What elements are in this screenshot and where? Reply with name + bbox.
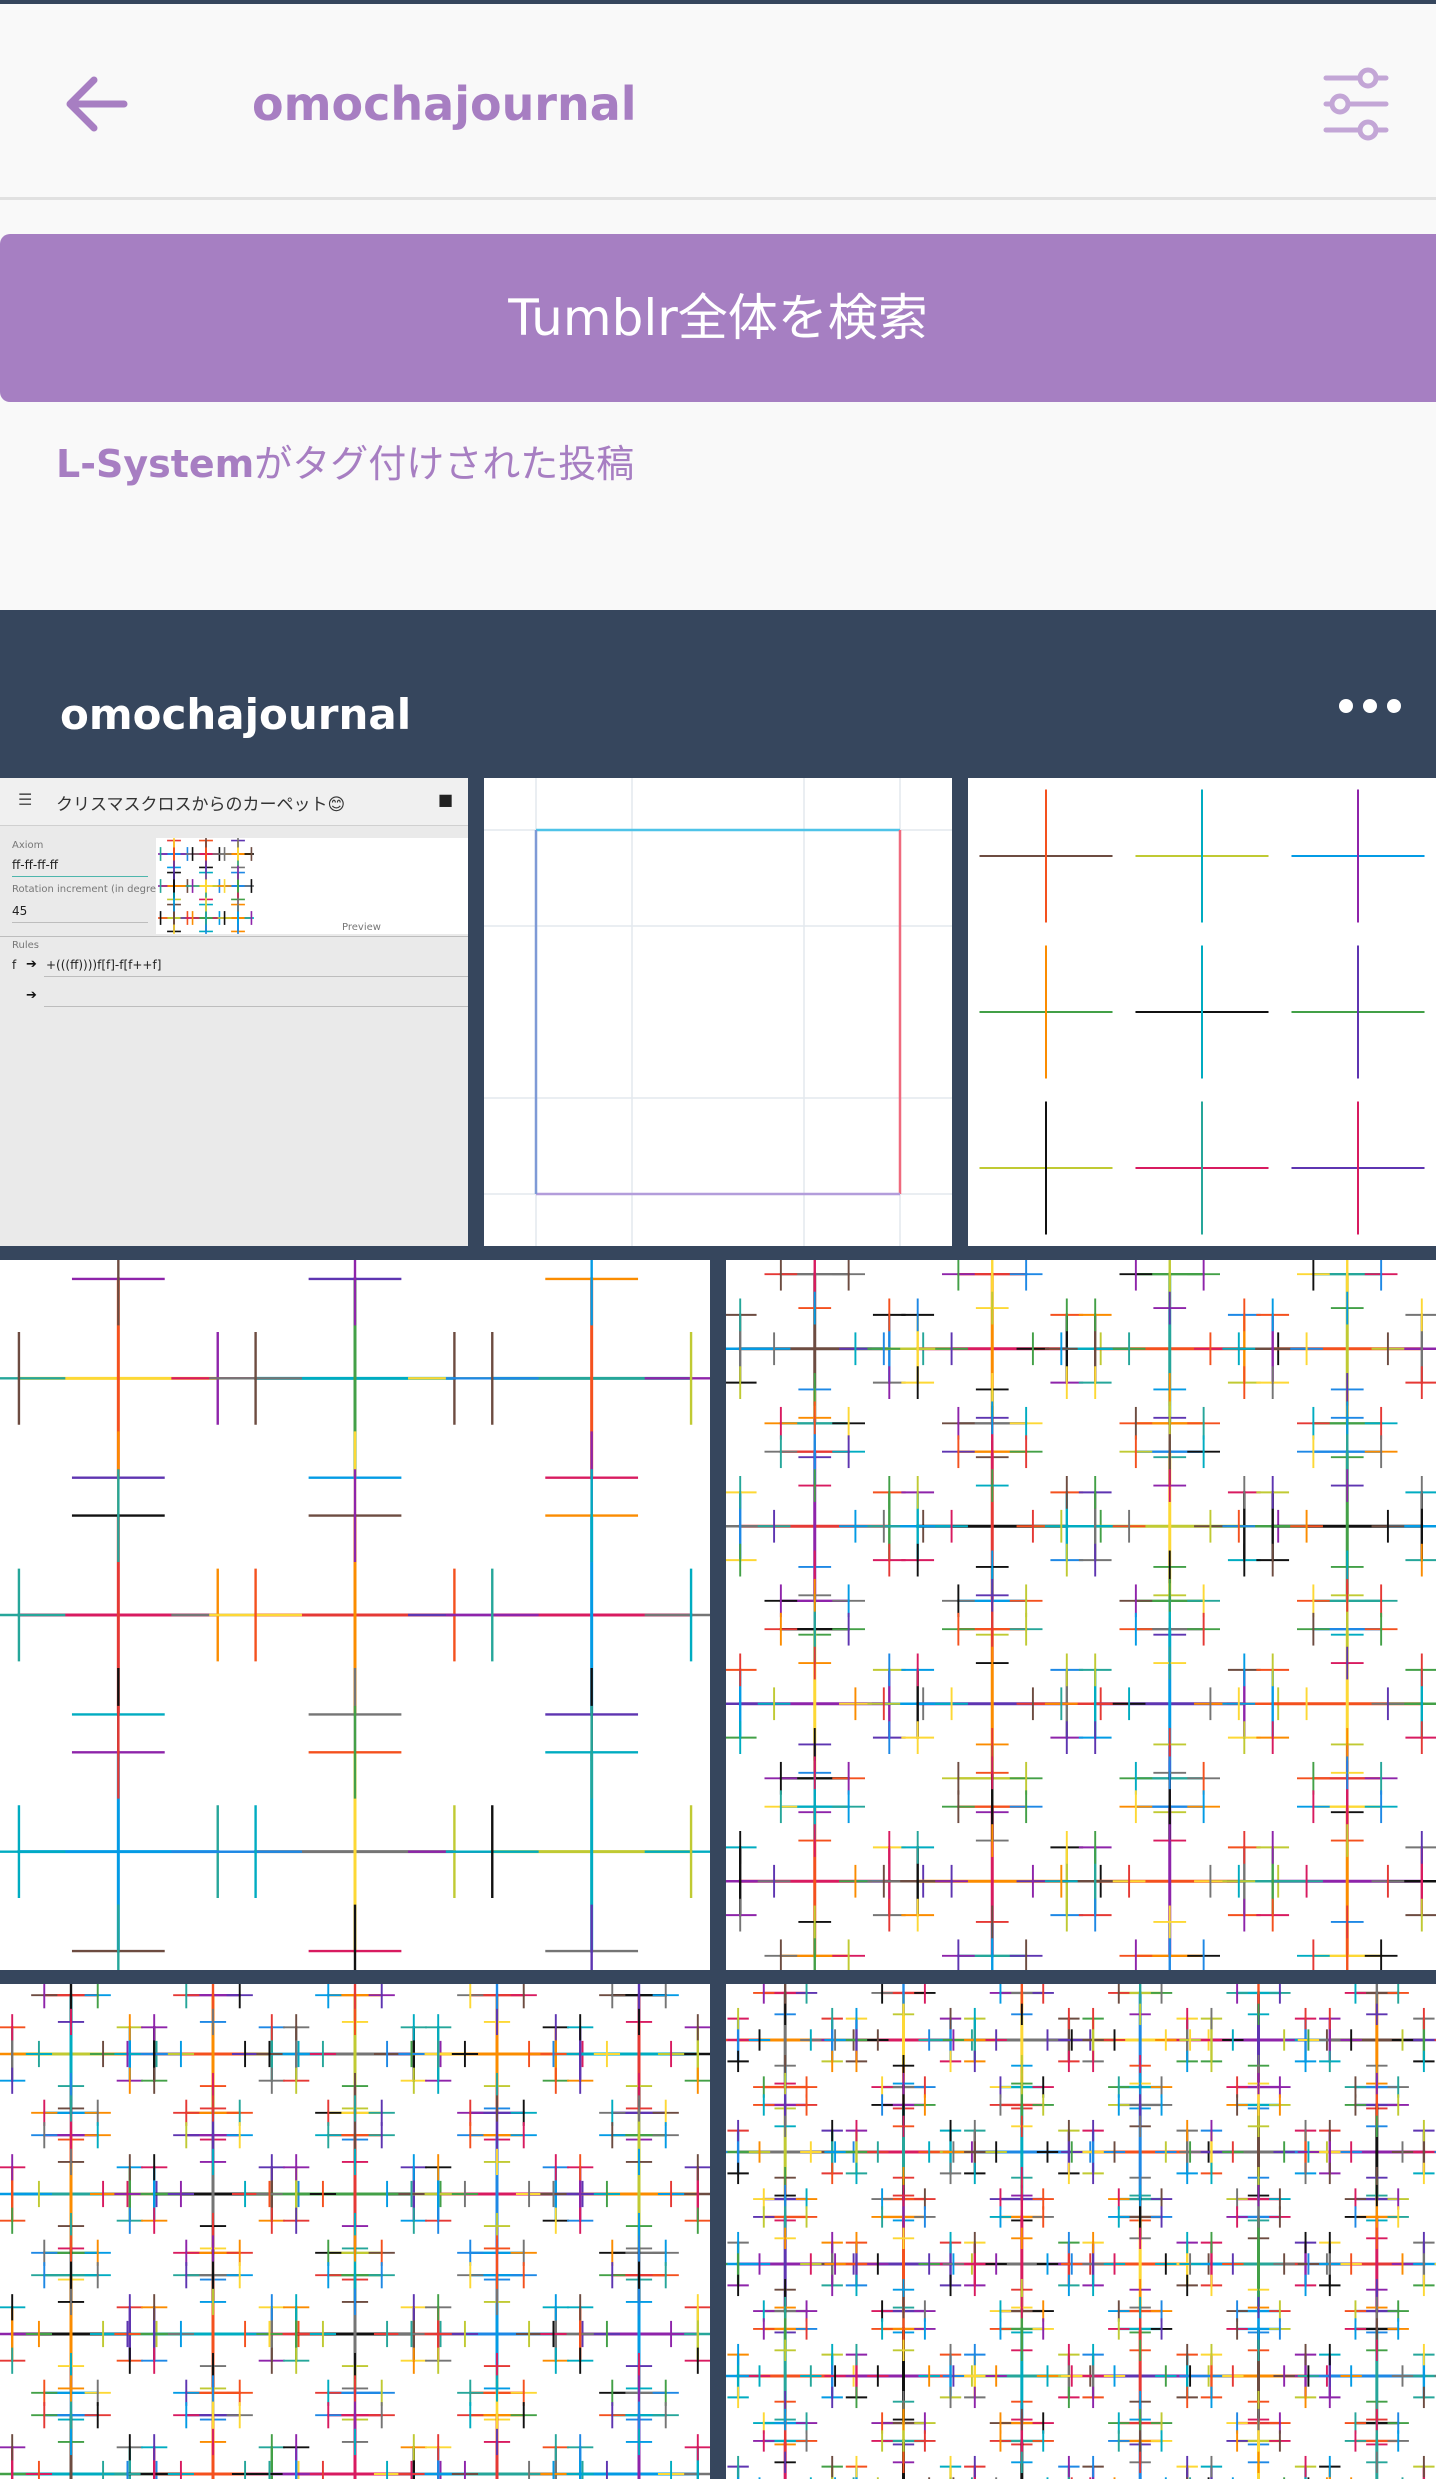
post-image-app-screenshot[interactable]: ☰ クリスマスクロスからのカーペット😊 ■ Axiom ff-ff-ff-ff … (0, 778, 468, 1246)
menu-icon: ☰ (18, 790, 33, 809)
rules-label: Rules (12, 940, 39, 951)
mock-app-header: ☰ クリスマスクロスからのカーペット😊 ■ (0, 778, 468, 826)
blog-title: omochajournal (252, 77, 637, 131)
filter-button[interactable] (1316, 62, 1396, 146)
post-image-cross-level-3[interactable] (726, 1260, 1436, 1970)
rule-1-symbol: f (12, 958, 17, 972)
preview-thumbnail (158, 838, 254, 934)
sliders-icon (1323, 67, 1389, 141)
rule-1-value: +(((ff))))f[f]-f[f++f] (46, 958, 162, 972)
axiom-underline (12, 876, 148, 877)
rule-2-arrow-icon: ➔ (26, 988, 37, 1003)
post-image-cross-level-2[interactable] (0, 1260, 710, 1970)
more-dots-icon (1339, 699, 1401, 713)
rules-divider (0, 936, 468, 937)
l-system-carpet-level-5-drawing (726, 1984, 1436, 2479)
post-image-cross-level-1[interactable] (968, 778, 1436, 1246)
tag-caption-suffix: がタグ付けされた投稿 (254, 442, 635, 486)
axiom-label: Axiom (12, 840, 44, 851)
tag-link[interactable]: L-System (56, 442, 254, 486)
rotation-value: 45 (12, 904, 28, 918)
rule-1-arrow-icon: ➔ (26, 957, 37, 972)
post-blog-name[interactable]: omochajournal (60, 670, 411, 760)
post-image-carpet-level-4[interactable] (0, 1984, 710, 2479)
l-system-cross-level-3-drawing (726, 1260, 1436, 1970)
l-system-carpet-level-4-drawing (0, 1984, 710, 2479)
post-image-square[interactable] (484, 778, 952, 1246)
l-system-cross-level-2-drawing (0, 1260, 710, 1970)
rotation-underline (12, 922, 148, 923)
mock-preview-pane: Preview (156, 838, 468, 934)
l-system-square-drawing (484, 778, 952, 1246)
post-card: omochajournal ☰ クリスマスクロスからのカーペット😊 ■ Axio… (0, 610, 1436, 2479)
arrow-left-icon (66, 76, 128, 132)
more-button[interactable] (1330, 686, 1410, 726)
post-image-carpet-level-5[interactable] (726, 1984, 1436, 2479)
search-all-tumblr-button[interactable]: Tumblr全体を検索 (0, 234, 1436, 402)
top-bar: omochajournal (0, 4, 1436, 200)
axiom-value: ff-ff-ff-ff (12, 858, 59, 872)
back-button[interactable] (58, 64, 138, 144)
l-system-cross-level-1-drawing (979, 789, 1425, 1235)
preview-label: Preview (342, 922, 381, 933)
save-icon: ■ (438, 790, 454, 809)
rule-2-underline (44, 1006, 468, 1007)
tag-caption: L-Systemがタグ付けされた投稿 (56, 438, 634, 490)
rotation-label: Rotation increment (in degrees) (12, 884, 172, 895)
rule-1-underline (44, 976, 468, 977)
mock-app-title: クリスマスクロスからのカーペット😊 (56, 795, 346, 815)
